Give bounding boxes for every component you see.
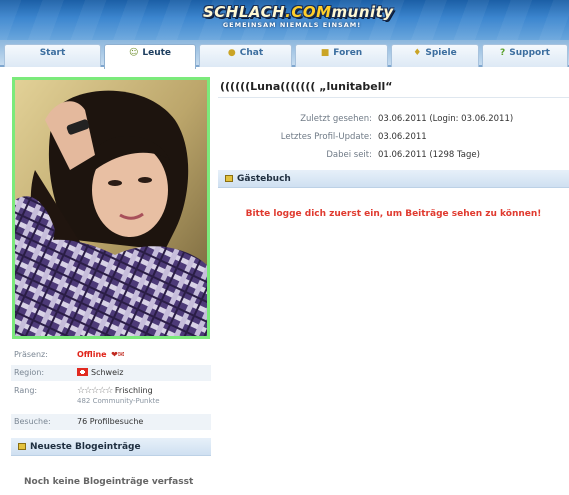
contact-icons[interactable]: ❤✉ bbox=[111, 350, 124, 359]
tab-foren[interactable]: ■ Foren bbox=[295, 44, 388, 67]
people-icon: ☺ bbox=[128, 48, 139, 58]
site-logo[interactable]: SCHLACH.COMmunity GEMEINSAM NIEMALS EINS… bbox=[197, 2, 393, 36]
status-offline: Offline bbox=[77, 350, 107, 359]
swiss-flag-icon bbox=[77, 368, 88, 376]
blog-empty-message: Noch keine Blogeinträge verfasst bbox=[24, 477, 194, 487]
presence-row: Präsenz: Offline ❤✉ bbox=[14, 350, 125, 359]
forum-icon: ■ bbox=[320, 48, 330, 58]
portrait-illustration bbox=[15, 80, 207, 336]
region-row: Region: Schweiz bbox=[11, 365, 211, 381]
tab-chat[interactable]: ● Chat bbox=[199, 44, 292, 67]
guestbook-section-header: Gästebuch bbox=[218, 170, 569, 188]
tab-leute[interactable]: ☺ Leute bbox=[104, 44, 196, 69]
rank-row: Rang: ☆☆☆☆☆ Frischling 482 Community-Pun… bbox=[14, 386, 160, 405]
profile-photo[interactable] bbox=[12, 77, 210, 339]
support-icon: ? bbox=[500, 48, 506, 58]
site-slogan: GEMEINSAM NIEMALS EINSAM! bbox=[222, 21, 362, 29]
tab-support[interactable]: ? Support bbox=[482, 44, 568, 67]
guestbook-icon bbox=[225, 175, 233, 182]
blog-section-header: Neueste Blogeinträge bbox=[11, 438, 211, 456]
login-required-message: Bitte logge dich zuerst ein, um Beiträge… bbox=[245, 209, 542, 219]
profile-title: ((((((Luna((((((( „lunitabell“ bbox=[218, 78, 569, 98]
rank-stars-icon: ☆☆☆☆☆ bbox=[77, 386, 113, 396]
chat-bubble-icon: ● bbox=[227, 48, 236, 58]
visits-row: Besuche: 76 Profilbesuche bbox=[11, 414, 211, 430]
site-header: SCHLACH.COMmunity GEMEINSAM NIEMALS EINS… bbox=[0, 0, 569, 40]
community-points: 482 Community-Punkte bbox=[77, 397, 160, 405]
games-icon: ♦ bbox=[413, 48, 422, 58]
tab-start[interactable]: Start bbox=[4, 44, 101, 67]
tab-spiele[interactable]: ♦ Spiele bbox=[391, 44, 479, 67]
main-navigation: Start ☺ Leute ● Chat ■ Foren ♦ Spiele ? Suppo… bbox=[0, 40, 569, 69]
profile-photo-image bbox=[15, 80, 207, 336]
blog-icon bbox=[18, 443, 26, 450]
logo-wordmark: SCHLACH.COMmunity bbox=[203, 3, 394, 21]
